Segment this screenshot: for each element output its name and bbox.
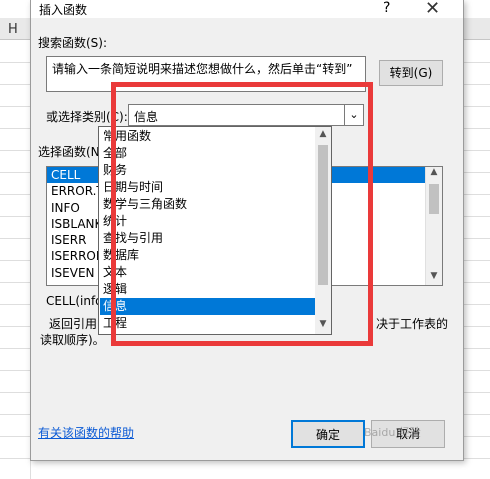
scroll-down-icon[interactable]: ▼ (426, 271, 442, 281)
close-icon[interactable]: ✕ (425, 0, 440, 19)
goto-button[interactable]: 转到(G) (379, 60, 443, 86)
column-header-h[interactable]: H (8, 22, 18, 37)
dialog-title: 插入函数 (39, 3, 88, 17)
search-input-text: 请输入一条简短说明来描述您想做什么，然后单击“转到” (52, 62, 353, 76)
description-line1-right: 决于工作表的 (376, 317, 449, 331)
scroll-up-icon[interactable]: ▲ (426, 167, 442, 177)
scroll-thumb[interactable] (429, 184, 439, 214)
dialog-titlebar[interactable]: 插入函数 ? ✕ (31, 0, 463, 19)
function-help-link[interactable]: 有关该函数的帮助 (38, 424, 134, 441)
ok-button[interactable]: 确定 (291, 420, 365, 448)
help-icon[interactable]: ? (383, 0, 390, 16)
search-label: 搜索函数(S): (38, 36, 108, 50)
description-line2: 读取顺序)。 (40, 333, 105, 347)
annotation-highlight-box (111, 82, 373, 346)
watermark-text: Baidu 经验 (364, 426, 421, 439)
function-list-scrollbar[interactable]: ▲ ▼ (425, 167, 442, 285)
watermark: Baidu 经验 (364, 424, 454, 464)
